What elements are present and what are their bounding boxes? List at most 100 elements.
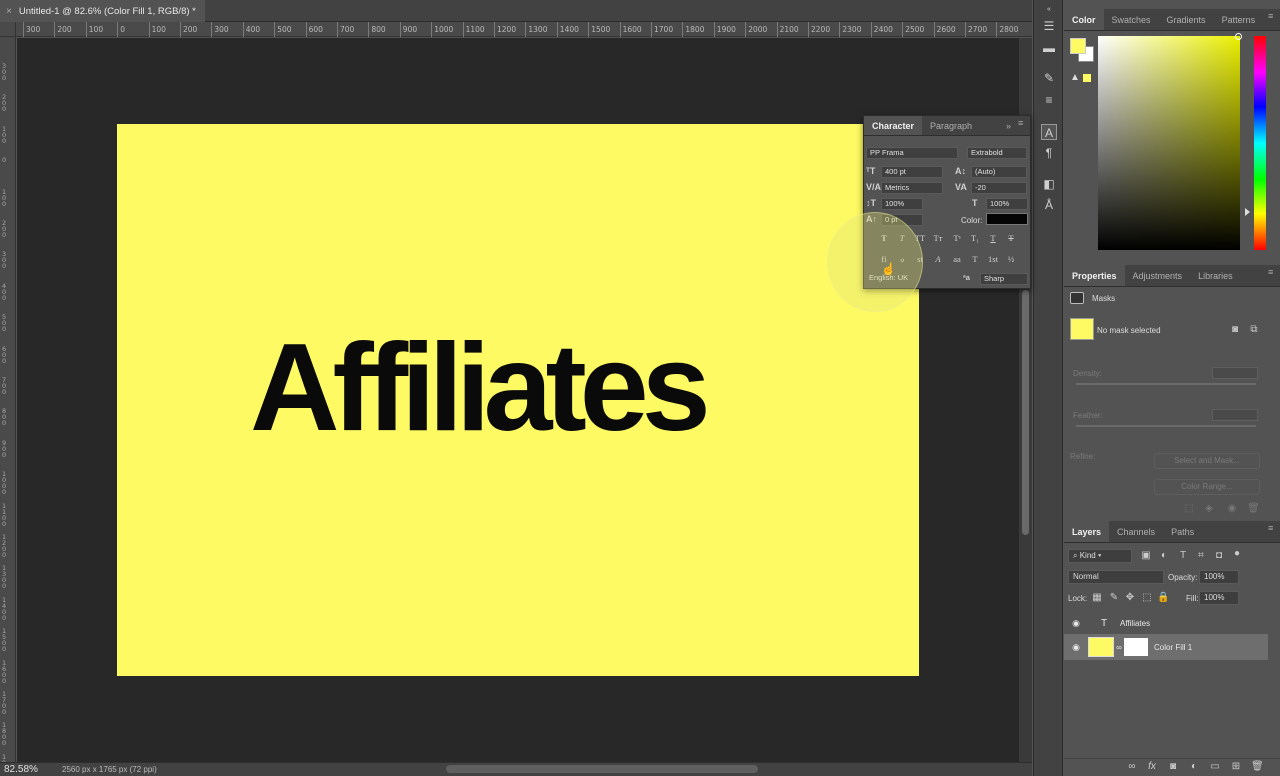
feather-field[interactable] xyxy=(1212,409,1258,421)
layer-name[interactable]: Affiliates xyxy=(1120,619,1150,628)
character-styles-icon[interactable]: ◧ xyxy=(1041,176,1057,192)
small-caps-button[interactable]: Tт xyxy=(931,232,945,244)
layer-row[interactable]: ◉ T Affiliates xyxy=(1064,610,1268,636)
panel-menu-icon[interactable]: ≡ xyxy=(1268,12,1276,21)
tab-adjustments[interactable]: Adjustments xyxy=(1125,265,1191,286)
tab-character[interactable]: Character xyxy=(864,116,923,135)
group-icon[interactable]: ▭ xyxy=(1209,761,1221,773)
antialias-select[interactable]: Sharp xyxy=(980,273,1028,285)
subscript-button[interactable]: T₁ xyxy=(968,232,982,244)
tab-channels[interactable]: Channels xyxy=(1109,521,1163,542)
fill-field[interactable]: 100% xyxy=(1199,591,1239,605)
lock-all-icon[interactable]: 🔒 xyxy=(1157,592,1169,604)
density-slider[interactable] xyxy=(1076,383,1256,385)
fractions-button[interactable]: ½ xyxy=(1004,253,1018,265)
text-color-swatch[interactable] xyxy=(986,213,1028,225)
swash-button[interactable]: A xyxy=(931,253,945,265)
paragraph-panel-icon[interactable]: ¶ xyxy=(1041,145,1057,161)
layer-name[interactable]: Color Fill 1 xyxy=(1154,643,1192,652)
delete-mask-icon[interactable]: 🗑 xyxy=(1247,503,1260,515)
lock-transparent-icon[interactable]: ▦ xyxy=(1091,592,1103,604)
density-field[interactable] xyxy=(1212,367,1258,379)
underline-button[interactable]: T xyxy=(986,232,1000,244)
leading-field[interactable]: (Auto) xyxy=(971,166,1027,178)
brush-icon[interactable]: ✎ xyxy=(1041,70,1057,86)
filter-smart-object-icon[interactable]: ◘ xyxy=(1213,550,1225,562)
collapse-icon[interactable]: « xyxy=(1041,2,1057,18)
hue-slider[interactable] xyxy=(1254,36,1266,250)
link-icon[interactable]: ∞ xyxy=(1114,643,1124,652)
document-size[interactable]: 2560 px x 1765 px (72 ppi) xyxy=(52,765,157,774)
fx-icon[interactable]: fx xyxy=(1146,761,1158,773)
lock-position-icon[interactable]: ✥ xyxy=(1124,592,1136,604)
delete-layer-icon[interactable]: 🗑 xyxy=(1251,761,1264,773)
saturation-brightness-field[interactable] xyxy=(1098,36,1240,250)
hue-slider-arrow[interactable] xyxy=(1245,208,1250,216)
superscript-button[interactable]: Tˢ xyxy=(950,232,964,244)
document-tab[interactable]: × Untitled-1 @ 82.6% (Color Fill 1, RGB/… xyxy=(0,0,205,22)
tracking-field[interactable]: -20 xyxy=(971,182,1027,194)
fill-layer-thumbnail[interactable] xyxy=(1088,637,1114,657)
titling-alternates-button[interactable]: T xyxy=(968,253,982,265)
color-picker-marker[interactable] xyxy=(1235,33,1242,40)
visibility-toggle-icon[interactable]: ◉ xyxy=(1226,503,1238,515)
tab-gradients[interactable]: Gradients xyxy=(1159,9,1214,30)
filter-shape-icon[interactable]: ⌗ xyxy=(1195,550,1207,562)
horizontal-scroll-thumb[interactable] xyxy=(446,765,758,773)
tab-paths[interactable]: Paths xyxy=(1163,521,1202,542)
link-layers-icon[interactable]: ∞ xyxy=(1126,761,1138,773)
load-selection-icon[interactable]: ⬚ xyxy=(1183,503,1195,515)
filter-toggle-icon[interactable]: ● xyxy=(1231,548,1243,560)
expand-icon[interactable]: » xyxy=(1006,122,1014,131)
glyphs-icon[interactable]: Å xyxy=(1041,197,1057,213)
select-and-mask-button[interactable]: Select and Mask... xyxy=(1154,453,1260,469)
add-pixel-mask-icon[interactable]: ◙ xyxy=(1229,324,1241,336)
adjustments-icon[interactable]: ≡ xyxy=(1041,92,1057,108)
panel-menu-icon[interactable]: ≡ xyxy=(1268,524,1276,533)
horizontal-ruler[interactable]: 300 200 100 0 100 200 300 400 500 600 700 800 900 100… xyxy=(16,22,1032,37)
filter-adjustment-icon[interactable]: ◐ xyxy=(1158,550,1170,562)
visibility-eye-icon[interactable]: ◉ xyxy=(1064,618,1088,629)
close-tab-icon[interactable]: × xyxy=(6,6,12,17)
tab-paragraph[interactable]: Paragraph xyxy=(922,116,980,135)
tab-libraries[interactable]: Libraries xyxy=(1190,265,1241,286)
strikethrough-button[interactable]: T xyxy=(1004,232,1018,244)
gamut-swatch[interactable] xyxy=(1083,74,1091,82)
horizontal-scale-field[interactable]: 100% xyxy=(986,198,1028,210)
ruler-corner[interactable] xyxy=(0,22,16,37)
character-panel-icon[interactable]: A xyxy=(1041,124,1057,140)
panel-menu-icon[interactable]: ≡ xyxy=(1018,119,1026,128)
layer-filter-kind[interactable]: ⌕ Kind ▾ xyxy=(1068,549,1132,563)
font-size-field[interactable]: 400 pt xyxy=(881,166,943,178)
canvas-text-layer[interactable]: Affiliates xyxy=(250,318,711,458)
panel-menu-icon[interactable]: ≡ xyxy=(1268,268,1276,277)
comments-icon[interactable]: ▬ xyxy=(1041,40,1057,56)
filter-type-icon[interactable]: T xyxy=(1177,550,1189,562)
tab-color[interactable]: Color xyxy=(1064,9,1104,30)
visibility-eye-icon[interactable]: ◉ xyxy=(1064,642,1088,653)
font-style-select[interactable]: Extrabold xyxy=(967,147,1027,159)
color-range-button[interactable]: Color Range... xyxy=(1154,479,1260,495)
blend-mode-select[interactable]: Normal xyxy=(1068,570,1164,584)
apply-mask-icon[interactable]: ◈ xyxy=(1203,503,1215,515)
stylistic-alternates-button[interactable]: aa xyxy=(950,253,964,265)
adjustment-layer-icon[interactable]: ◐ xyxy=(1188,761,1200,773)
tab-swatches[interactable]: Swatches xyxy=(1104,9,1159,30)
kerning-field[interactable]: Metrics xyxy=(881,182,943,194)
layer-row-selected[interactable]: ◉ ∞ Color Fill 1 xyxy=(1064,634,1268,660)
lock-artboard-icon[interactable]: ⬚ xyxy=(1141,592,1153,604)
tab-layers[interactable]: Layers xyxy=(1064,521,1110,542)
filter-pixel-icon[interactable]: ▣ xyxy=(1140,550,1152,562)
add-mask-icon[interactable]: ◙ xyxy=(1167,761,1179,773)
tab-patterns[interactable]: Patterns xyxy=(1214,9,1264,30)
zoom-level[interactable]: 82.58% xyxy=(0,764,52,775)
layer-mask-thumbnail[interactable] xyxy=(1124,638,1148,656)
vertical-scroll-thumb[interactable] xyxy=(1022,290,1029,535)
history-icon[interactable]: ☰ xyxy=(1041,18,1057,34)
tab-properties[interactable]: Properties xyxy=(1064,265,1125,286)
foreground-color-swatch[interactable] xyxy=(1070,38,1086,54)
vertical-scale-field[interactable]: 100% xyxy=(881,198,923,210)
feather-slider[interactable] xyxy=(1076,425,1256,427)
ordinals-button[interactable]: 1st xyxy=(986,253,1000,265)
vertical-ruler[interactable]: 3 0 0 2 0 0 1 0 0 0 1 0 0 2 0 0 3 0 0 4 0 0 5 0 … xyxy=(0,37,16,776)
